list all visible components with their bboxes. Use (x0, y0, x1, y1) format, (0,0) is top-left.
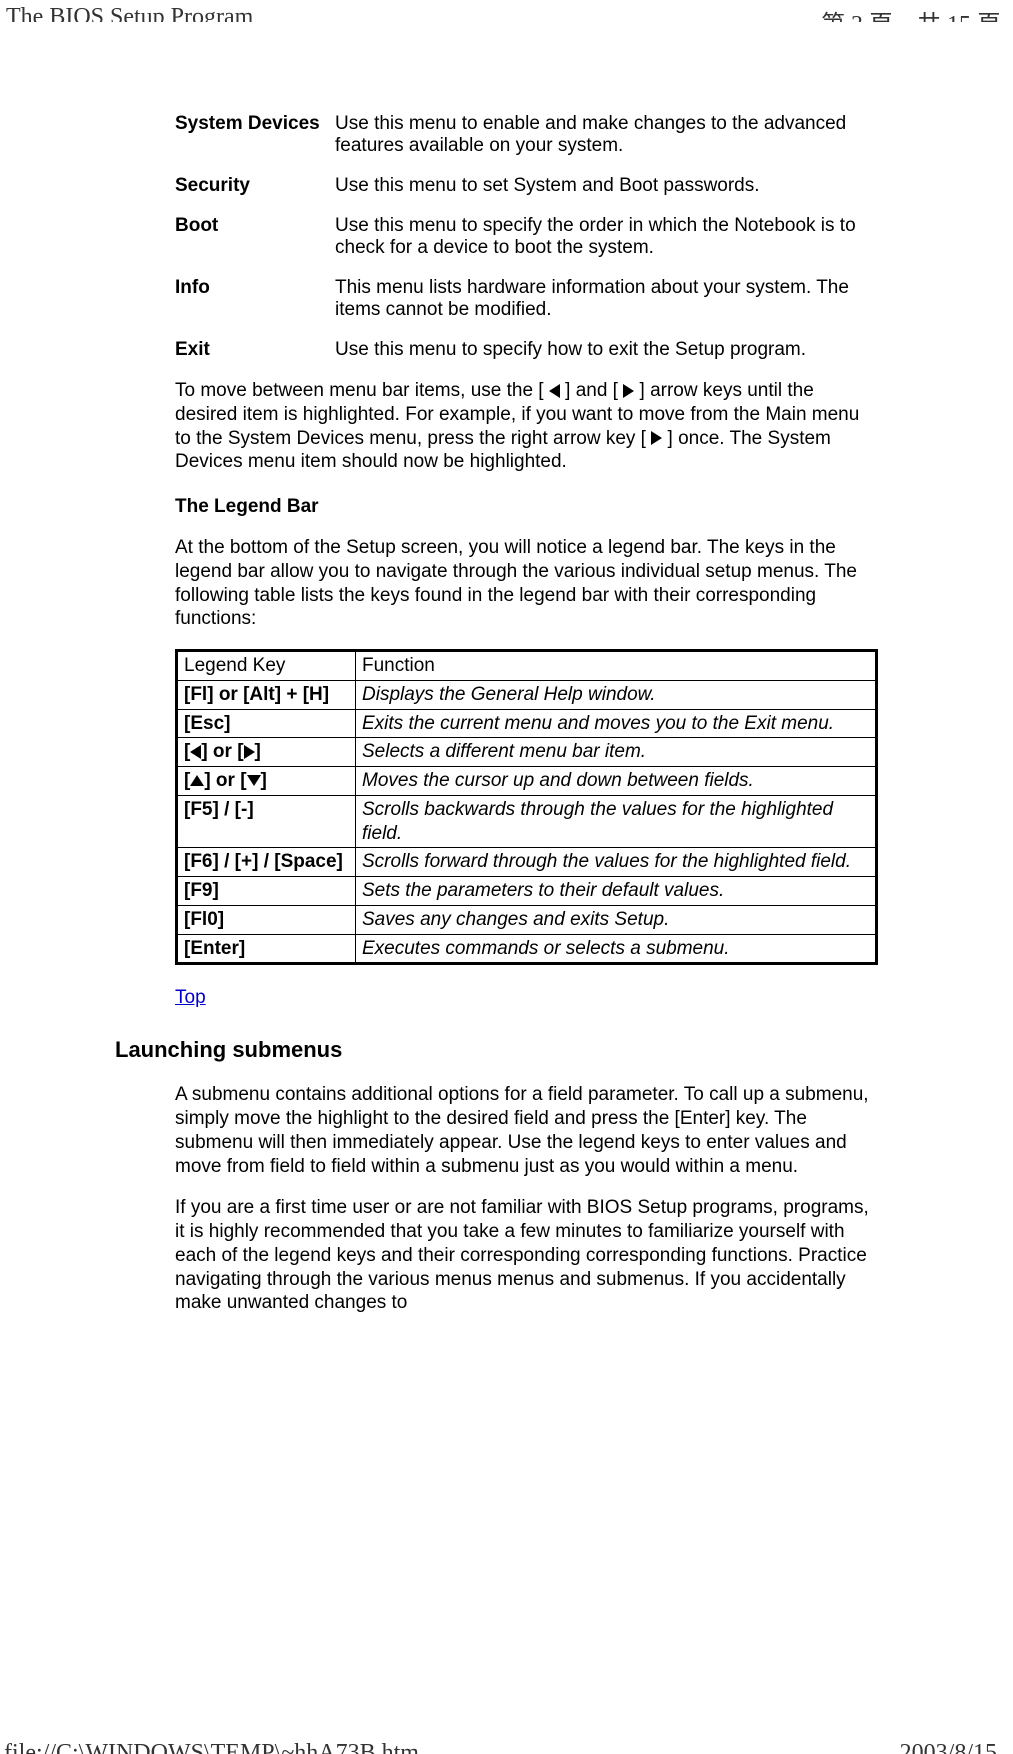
table-row: [] or [] Moves the cursor up and down be… (177, 767, 877, 796)
menu-item-boot: Boot Use this menu to specify the order … (175, 215, 878, 259)
legend-fn: Exits the current menu and moves you to … (356, 709, 877, 738)
legend-key: [F5] / [-] (177, 795, 356, 848)
legend-key: [Esc] (177, 709, 356, 738)
table-row: [] or [] Selects a different menu bar it… (177, 738, 877, 767)
table-row: [F6] / [+] / [Space] Scrolls forward thr… (177, 848, 877, 877)
menu-description: This menu lists hardware information abo… (335, 277, 878, 321)
table-row: [Fl0] Saves any changes and exits Setup. (177, 905, 877, 934)
submenus-paragraph-1: A submenu contains additional options fo… (175, 1083, 878, 1178)
menu-description: Use this menu to enable and make changes… (335, 113, 878, 157)
legend-key: [] or [] (177, 738, 356, 767)
menu-label: Info (175, 277, 335, 321)
legend-key: [Fl0] (177, 905, 356, 934)
footer-date: 2003/8/15 (900, 1740, 997, 1754)
menu-item-info: Info This menu lists hardware informatio… (175, 277, 878, 321)
footer-path: file://C:\WINDOWS\TEMP\~hhA73B.htm (4, 1740, 419, 1754)
header-page-number: 第 3 頁，共 15 頁 (821, 4, 1003, 22)
page-container: The BIOS Setup Program 第 3 頁，共 15 頁 Syst… (0, 0, 1013, 1754)
arrow-right-icon (244, 745, 255, 759)
text-fragment: To move between menu bar items, use the … (175, 380, 549, 401)
legend-key: [F9] (177, 877, 356, 906)
legend-fn: Saves any changes and exits Setup. (356, 905, 877, 934)
menu-description: Use this menu to specify how to exit the… (335, 339, 878, 361)
legend-fn: Scrolls backwards through the values for… (356, 795, 877, 848)
page-footer: file://C:\WINDOWS\TEMP\~hhA73B.htm 2003/… (0, 1734, 1007, 1754)
col-header-key: Legend Key (177, 651, 356, 681)
legend-key: [Fl] or [Alt] + [H] (177, 680, 356, 709)
legend-fn: Executes commands or selects a submenu. (356, 934, 877, 964)
table-row: [Fl] or [Alt] + [H] Displays the General… (177, 680, 877, 709)
text-fragment: ] or [ (204, 770, 246, 791)
legend-table: Legend Key Function [Fl] or [Alt] + [H] … (175, 649, 878, 965)
submenus-heading: Launching submenus (115, 1037, 878, 1063)
menu-label: Security (175, 175, 335, 197)
header-title: The BIOS Setup Program (4, 4, 253, 22)
menu-item-exit: Exit Use this menu to specify how to exi… (175, 339, 878, 361)
legend-key: [Enter] (177, 934, 356, 964)
arrow-right-icon (651, 431, 662, 445)
legend-fn: Displays the General Help window. (356, 680, 877, 709)
legend-fn: Moves the cursor up and down between fie… (356, 767, 877, 796)
legend-fn: Scrolls forward through the values for t… (356, 848, 877, 877)
text-fragment: ] (261, 770, 267, 791)
page-header: The BIOS Setup Program 第 3 頁，共 15 頁 (0, 0, 1013, 28)
top-link[interactable]: Top (175, 987, 206, 1009)
menu-description: Use this menu to specify the order in wh… (335, 215, 878, 259)
table-header-row: Legend Key Function (177, 651, 877, 681)
text-fragment: ] and [ (565, 380, 623, 401)
text-fragment: ] (255, 741, 261, 762)
menu-label: Boot (175, 215, 335, 259)
arrow-right-icon (623, 384, 634, 398)
legend-fn: Sets the parameters to their default val… (356, 877, 877, 906)
col-header-fn: Function (356, 651, 877, 681)
menu-description: Use this menu to set System and Boot pas… (335, 175, 878, 197)
arrow-up-icon (190, 775, 204, 786)
menu-item-security: Security Use this menu to set System and… (175, 175, 878, 197)
table-row: [F5] / [-] Scrolls backwards through the… (177, 795, 877, 848)
arrow-down-icon (247, 775, 261, 786)
legend-key: [] or [] (177, 767, 356, 796)
legend-fn: Selects a different menu bar item. (356, 738, 877, 767)
legend-intro: At the bottom of the Setup screen, you w… (175, 536, 878, 631)
table-row: [F9] Sets the parameters to their defaul… (177, 877, 877, 906)
arrow-left-icon (190, 745, 201, 759)
arrow-left-icon (549, 384, 560, 398)
main-content: System Devices Use this menu to enable a… (175, 113, 878, 1315)
menu-label: System Devices (175, 113, 335, 157)
navigation-instructions: To move between menu bar items, use the … (175, 379, 878, 474)
legend-key: [F6] / [+] / [Space] (177, 848, 356, 877)
submenus-paragraph-2: If you are a first time user or are not … (175, 1196, 878, 1315)
table-row: [Esc] Exits the current menu and moves y… (177, 709, 877, 738)
menu-item-system-devices: System Devices Use this menu to enable a… (175, 113, 878, 157)
table-row: [Enter] Executes commands or selects a s… (177, 934, 877, 964)
text-fragment: ] or [ (201, 741, 243, 762)
legend-bar-heading: The Legend Bar (175, 496, 878, 518)
menu-label: Exit (175, 339, 335, 361)
